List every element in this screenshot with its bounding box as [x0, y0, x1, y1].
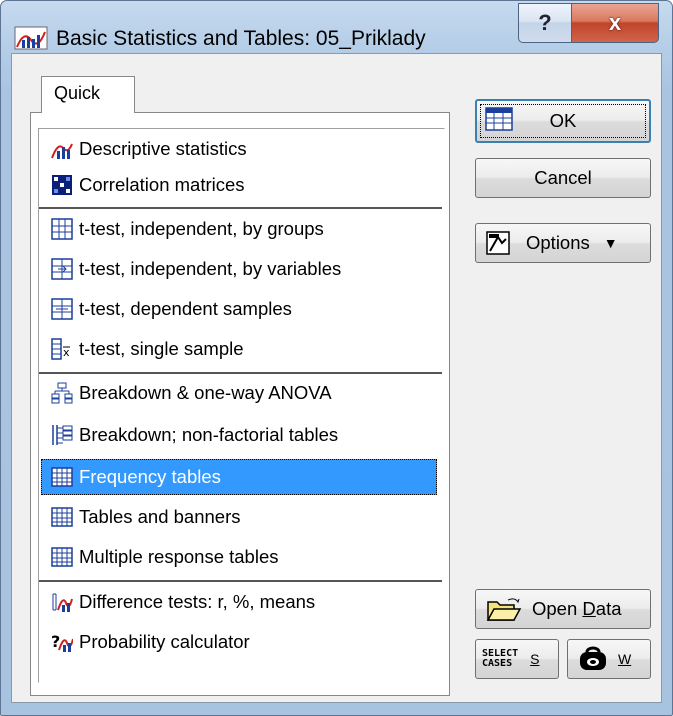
list-item-tables-banners[interactable]: Tables and banners — [41, 499, 437, 535]
list-item-label: Difference tests: r, %, means — [79, 591, 316, 612]
ttest-single-icon: x — [51, 338, 70, 360]
close-button[interactable]: x — [571, 3, 659, 43]
list-item-label: Tables and banners — [79, 506, 241, 527]
ttest-groups-icon — [51, 218, 73, 240]
weight-hotkey: W — [618, 651, 632, 667]
ttest-dependent-icon — [51, 298, 73, 320]
open-folder-icon — [486, 598, 522, 621]
tables-banners-icon — [51, 507, 73, 527]
list-item-ttest-single[interactable]: x t-test, single sample — [41, 331, 437, 367]
list-item-correlation-matrices[interactable]: Correlation matrices — [41, 167, 437, 203]
options-label: Options — [526, 232, 590, 253]
list-item-difference-tests[interactable]: Difference tests: r, %, means — [41, 584, 437, 620]
help-button[interactable]: ? — [518, 3, 572, 43]
analysis-list[interactable]: Descriptive statistics Correlation matri… — [38, 128, 445, 683]
select-cases-hotkey: S — [530, 651, 540, 667]
difference-tests-icon — [52, 593, 73, 612]
correlation-matrix-icon — [52, 175, 72, 195]
descriptive-stats-icon — [51, 143, 73, 159]
select-cases-button[interactable]: SELECT CASES S — [475, 639, 559, 679]
ttest-variables-icon — [51, 258, 73, 280]
options-button[interactable]: Options ▼ — [475, 223, 651, 263]
ok-button[interactable]: OK — [475, 99, 651, 143]
cancel-label: Cancel — [534, 167, 592, 188]
breakdown-nonfactorial-icon — [52, 425, 73, 445]
list-item-descriptive-statistics[interactable]: Descriptive statistics — [41, 131, 437, 167]
breakdown-anova-icon — [51, 382, 73, 404]
list-separator — [39, 372, 442, 374]
list-item-ttest-groups[interactable]: t-test, independent, by groups — [41, 211, 437, 247]
list-item-label: t-test, dependent samples — [79, 298, 292, 319]
weight-icon — [580, 646, 606, 670]
dialog-client-area: Quick Descriptive statistics Correlation… — [11, 53, 662, 703]
list-item-label: t-test, single sample — [79, 338, 244, 359]
statistics-app-icon — [14, 26, 48, 50]
list-item-label: Correlation matrices — [79, 174, 245, 195]
list-item-breakdown-nonfactorial[interactable]: Breakdown; non-factorial tables — [41, 417, 437, 453]
dialog-window: Basic Statistics and Tables: 05_Priklady… — [0, 0, 673, 716]
list-item-label: Descriptive statistics — [79, 138, 247, 159]
cancel-button[interactable]: Cancel — [475, 158, 651, 198]
weight-button[interactable]: W — [567, 639, 651, 679]
list-item-multiple-response[interactable]: Multiple response tables — [41, 539, 437, 575]
list-item-label: Breakdown; non-factorial tables — [79, 424, 339, 445]
frequency-table-icon — [51, 467, 73, 487]
list-item-label: Frequency tables — [79, 466, 221, 487]
svg-text:x: x — [63, 346, 70, 359]
open-data-button[interactable]: Open Data — [475, 589, 651, 629]
chevron-down-icon: ▼ — [603, 235, 618, 251]
help-icon: ? — [538, 10, 552, 35]
list-item-label: Probability calculator — [79, 631, 250, 652]
title-bar[interactable]: Basic Statistics and Tables: 05_Priklady… — [1, 1, 672, 51]
open-data-label: Open Data — [532, 598, 622, 619]
options-icon — [486, 231, 510, 255]
select-cases-icon: SELECT CASES — [482, 648, 519, 669]
list-separator — [39, 580, 442, 582]
list-item-frequency-tables[interactable]: Frequency tables — [41, 459, 437, 495]
list-item-breakdown-anova[interactable]: Breakdown & one-way ANOVA — [41, 375, 437, 411]
list-item-ttest-variables[interactable]: t-test, independent, by variables — [41, 251, 437, 287]
list-item-label: Breakdown & one-way ANOVA — [79, 382, 332, 403]
list-item-ttest-dependent[interactable]: t-test, dependent samples — [41, 291, 437, 327]
tab-quick[interactable]: Quick — [41, 76, 135, 113]
list-item-label: Multiple response tables — [79, 546, 279, 567]
tab-quick-label: Quick — [54, 83, 101, 103]
list-separator — [39, 207, 442, 209]
close-icon: x — [608, 10, 622, 35]
list-item-label: t-test, independent, by groups — [79, 218, 324, 239]
window-title: Basic Statistics and Tables: 05_Priklady — [56, 27, 426, 50]
list-item-probability-calculator[interactable]: ? Probability calculator — [41, 624, 437, 660]
list-item-label: t-test, independent, by variables — [79, 258, 342, 279]
multiple-response-icon — [51, 547, 73, 567]
spreadsheet-icon — [485, 107, 513, 131]
quick-tab-panel: Descriptive statistics Correlation matri… — [30, 112, 450, 696]
probability-calculator-icon: ? — [51, 632, 73, 652]
